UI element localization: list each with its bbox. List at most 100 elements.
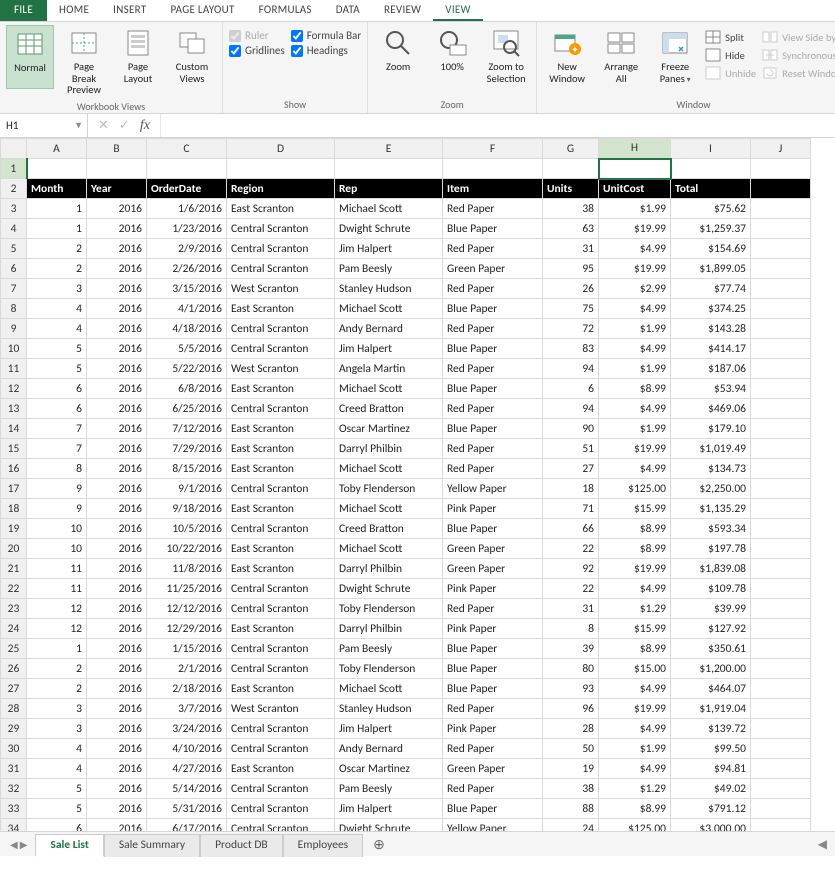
cell-C33[interactable]: 5/31/2016 <box>147 799 227 819</box>
sheet-tab-product-db[interactable]: Product DB <box>200 834 283 857</box>
cell-G28[interactable]: 96 <box>543 699 599 719</box>
cell-H16[interactable]: $4.99 <box>599 459 671 479</box>
cell-I18[interactable]: $1,135.29 <box>671 499 751 519</box>
cell-F5[interactable]: Red Paper <box>443 239 543 259</box>
cell-C34[interactable]: 6/17/2016 <box>147 819 227 833</box>
zoom-button[interactable]: Zoom <box>374 25 422 87</box>
hide-button[interactable]: Hide <box>705 47 756 63</box>
header-cell-month[interactable]: Month <box>27 179 87 199</box>
cell-E6[interactable]: Pam Beesly <box>335 259 443 279</box>
cell-C20[interactable]: 10/22/2016 <box>147 539 227 559</box>
cell-E18[interactable]: Michael Scott <box>335 499 443 519</box>
cell-I25[interactable]: $350.61 <box>671 639 751 659</box>
split-button[interactable]: Split <box>705 29 756 45</box>
cell-B27[interactable]: 2016 <box>87 679 147 699</box>
cell-I16[interactable]: $134.73 <box>671 459 751 479</box>
cell-J23[interactable] <box>751 599 811 619</box>
cell-B14[interactable]: 2016 <box>87 419 147 439</box>
cell-C19[interactable]: 10/5/2016 <box>147 519 227 539</box>
cell-H26[interactable]: $15.00 <box>599 659 671 679</box>
col-header-F[interactable]: F <box>443 139 543 159</box>
cell-A28[interactable]: 3 <box>27 699 87 719</box>
cell-G5[interactable]: 31 <box>543 239 599 259</box>
cell-F1[interactable] <box>443 159 543 179</box>
cell-H9[interactable]: $1.99 <box>599 319 671 339</box>
spreadsheet-grid[interactable]: ABCDEFGHIJ 12MonthYearOrderDateRegionRep… <box>0 138 835 832</box>
cell-E20[interactable]: Michael Scott <box>335 539 443 559</box>
cell-B29[interactable]: 2016 <box>87 719 147 739</box>
cell-B10[interactable]: 2016 <box>87 339 147 359</box>
cell-H7[interactable]: $2.99 <box>599 279 671 299</box>
cell-I34[interactable]: $3,000.00 <box>671 819 751 833</box>
cell-F19[interactable]: Blue Paper <box>443 519 543 539</box>
cell-J21[interactable] <box>751 559 811 579</box>
row-header-7[interactable]: 7 <box>1 279 27 299</box>
cell-D14[interactable]: East Scranton <box>227 419 335 439</box>
cell-D25[interactable]: Central Scranton <box>227 639 335 659</box>
cell-B15[interactable]: 2016 <box>87 439 147 459</box>
cell-E32[interactable]: Pam Beesly <box>335 779 443 799</box>
cell-A26[interactable]: 2 <box>27 659 87 679</box>
cell-G25[interactable]: 39 <box>543 639 599 659</box>
formula-input[interactable] <box>161 114 835 137</box>
cell-H18[interactable]: $15.99 <box>599 499 671 519</box>
cell-D33[interactable]: Central Scranton <box>227 799 335 819</box>
cell-F20[interactable]: Green Paper <box>443 539 543 559</box>
cell-I23[interactable]: $39.99 <box>671 599 751 619</box>
cell-B26[interactable]: 2016 <box>87 659 147 679</box>
cell-G24[interactable]: 8 <box>543 619 599 639</box>
cell-I31[interactable]: $94.81 <box>671 759 751 779</box>
cell-J20[interactable] <box>751 539 811 559</box>
cell-J24[interactable] <box>751 619 811 639</box>
cell-I13[interactable]: $469.06 <box>671 399 751 419</box>
cell-C18[interactable]: 9/18/2016 <box>147 499 227 519</box>
cancel-icon[interactable]: ✕ <box>98 118 109 133</box>
cell-F9[interactable]: Red Paper <box>443 319 543 339</box>
cell-H13[interactable]: $4.99 <box>599 399 671 419</box>
cell-D31[interactable]: East Scranton <box>227 759 335 779</box>
cell-A18[interactable]: 9 <box>27 499 87 519</box>
cell-F21[interactable]: Green Paper <box>443 559 543 579</box>
cell-I8[interactable]: $374.25 <box>671 299 751 319</box>
cell-I21[interactable]: $1,839.08 <box>671 559 751 579</box>
accept-icon[interactable]: ✓ <box>119 118 130 133</box>
cell-H30[interactable]: $1.99 <box>599 739 671 759</box>
cell-C4[interactable]: 1/23/2016 <box>147 219 227 239</box>
cell-J9[interactable] <box>751 319 811 339</box>
cell-F27[interactable]: Blue Paper <box>443 679 543 699</box>
cell-D18[interactable]: East Scranton <box>227 499 335 519</box>
cell-J6[interactable] <box>751 259 811 279</box>
cell-H25[interactable]: $8.99 <box>599 639 671 659</box>
cell-F22[interactable]: Pink Paper <box>443 579 543 599</box>
col-header-G[interactable]: G <box>543 139 599 159</box>
cell-F34[interactable]: Yellow Paper <box>443 819 543 833</box>
cell-G29[interactable]: 28 <box>543 719 599 739</box>
cell-A10[interactable]: 5 <box>27 339 87 359</box>
cell-J17[interactable] <box>751 479 811 499</box>
cell-G13[interactable]: 94 <box>543 399 599 419</box>
cell-B23[interactable]: 2016 <box>87 599 147 619</box>
cell-F25[interactable]: Blue Paper <box>443 639 543 659</box>
row-header-25[interactable]: 25 <box>1 639 27 659</box>
cell-G18[interactable]: 71 <box>543 499 599 519</box>
cell-D3[interactable]: East Scranton <box>227 199 335 219</box>
cell-A3[interactable]: 1 <box>27 199 87 219</box>
cell-A13[interactable]: 6 <box>27 399 87 419</box>
cell-G14[interactable]: 90 <box>543 419 599 439</box>
row-header-5[interactable]: 5 <box>1 239 27 259</box>
cell-I3[interactable]: $75.62 <box>671 199 751 219</box>
cell-D22[interactable]: Central Scranton <box>227 579 335 599</box>
cell-F3[interactable]: Red Paper <box>443 199 543 219</box>
cell-I5[interactable]: $154.69 <box>671 239 751 259</box>
cell-G1[interactable] <box>543 159 599 179</box>
cell-H27[interactable]: $4.99 <box>599 679 671 699</box>
col-header-J[interactable]: J <box>751 139 811 159</box>
cell-F26[interactable]: Blue Paper <box>443 659 543 679</box>
tab-data[interactable]: DATA <box>324 0 372 21</box>
cell-C10[interactable]: 5/5/2016 <box>147 339 227 359</box>
row-header-34[interactable]: 34 <box>1 819 27 833</box>
cell-I15[interactable]: $1,019.49 <box>671 439 751 459</box>
cell-C14[interactable]: 7/12/2016 <box>147 419 227 439</box>
cell-C26[interactable]: 2/1/2016 <box>147 659 227 679</box>
cell-C6[interactable]: 2/26/2016 <box>147 259 227 279</box>
